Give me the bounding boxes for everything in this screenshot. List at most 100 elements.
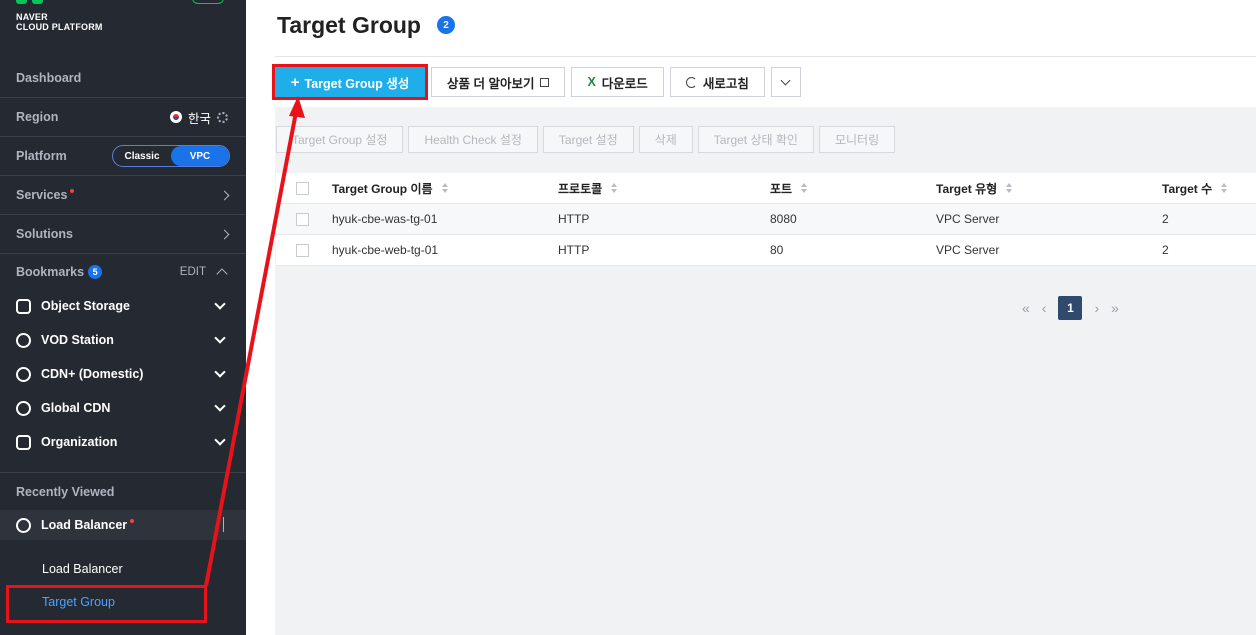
platform-option-vpc[interactable]: VPC [171, 146, 229, 166]
sidebar-divider [0, 472, 246, 473]
column-header-name[interactable]: Target Group 이름 [332, 180, 448, 197]
title-divider [275, 56, 1256, 57]
excel-icon: X [587, 75, 596, 89]
new-indicator-dot [70, 189, 75, 193]
database-icon [16, 298, 31, 314]
cloud-network-icon [16, 366, 31, 382]
chevron-down-icon [214, 400, 226, 412]
highlight-box-target-group [6, 585, 207, 623]
bookmarks-count-badge: 5 [88, 265, 103, 279]
bookmark-item-vod-station[interactable]: VOD Station [0, 323, 246, 357]
learn-more-label: 상품 더 알아보기 [447, 76, 535, 91]
cell-target-count: 2 [1162, 243, 1169, 257]
row-checkbox[interactable] [296, 212, 309, 226]
cell-port: 80 [770, 243, 784, 257]
table-row[interactable]: hyuk-cbe-was-tg-01 HTTP 8080 VPC Server … [276, 204, 1256, 235]
column-header-target-type[interactable]: Target 유형 [936, 180, 1013, 197]
page-number-current[interactable]: 1 [1058, 296, 1083, 320]
region-value: 한국 [187, 111, 211, 126]
first-page-icon[interactable]: « [1022, 300, 1030, 316]
monitoring-button[interactable]: 모니터링 [818, 126, 896, 153]
learn-more-button[interactable]: 상품 더 알아보기 [431, 67, 566, 97]
bookmark-item-object-storage[interactable]: Object Storage [0, 289, 246, 323]
bookmarks-edit-button[interactable]: EDIT [180, 266, 206, 278]
logo-badge [192, 0, 224, 4]
column-header-protocol[interactable]: 프로토콜 [558, 180, 618, 197]
chevron-up-icon [223, 517, 224, 532]
next-page-icon[interactable]: › [1094, 300, 1099, 316]
table-row[interactable]: hyuk-cbe-web-tg-01 HTTP 80 VPC Server 2 [276, 235, 1256, 266]
delete-button[interactable]: 삭제 [638, 126, 693, 153]
page-title: Target Group [277, 12, 421, 38]
bookmark-item-cdn-domestic[interactable]: CDN+ (Domestic) [0, 357, 246, 391]
app-root: NAVER CLOUD PLATFORM Dashboard Region 한국… [0, 0, 1256, 635]
sidebar: NAVER CLOUD PLATFORM Dashboard Region 한국… [0, 0, 246, 635]
health-check-settings-button[interactable]: Health Check 설정 [408, 126, 538, 153]
toolbar: + Target Group 생성 상품 더 알아보기 X 다운로드 새로고침 [272, 64, 801, 100]
sidebar-item-region[interactable]: Region 한국 [0, 98, 246, 137]
sub-item-load-balancer[interactable]: Load Balancer [42, 562, 123, 576]
table-header-row: Target Group 이름 프로토콜 포트 Target 유형 Target… [276, 173, 1256, 204]
sidebar-item-platform: Platform Classic VPC [0, 137, 246, 176]
sidebar-item-services[interactable]: Services [0, 176, 246, 215]
cell-target-type: VPC Server [936, 243, 1000, 257]
external-link-icon [540, 77, 550, 87]
download-label: 다운로드 [601, 76, 648, 91]
brand-logo[interactable]: NAVER CLOUD PLATFORM [16, 12, 103, 32]
plus-icon: + [290, 73, 300, 91]
ncp-logo-icon [16, 0, 56, 4]
sidebar-item-dashboard[interactable]: Dashboard [0, 59, 246, 98]
globe-icon [16, 400, 31, 416]
bookmark-label: CDN+ (Domestic) [41, 367, 144, 381]
column-header-label: Target Group 이름 [332, 181, 433, 196]
chevron-up-icon[interactable] [216, 268, 228, 280]
prev-page-icon[interactable]: ‹ [1042, 300, 1047, 316]
last-page-icon[interactable]: » [1111, 300, 1119, 316]
cell-target-type: VPC Server [936, 212, 1000, 226]
recent-item-load-balancer[interactable]: Load Balancer [0, 510, 246, 540]
sidebar-item-solutions[interactable]: Solutions [0, 215, 246, 254]
recently-viewed-header: Recently Viewed [16, 485, 115, 499]
chevron-down-icon [780, 75, 791, 85]
more-options-button[interactable] [770, 67, 801, 97]
column-header-label: 포트 [770, 181, 793, 196]
download-button[interactable]: X 다운로드 [571, 67, 664, 97]
org-chart-icon [16, 434, 31, 450]
gear-icon[interactable] [217, 111, 228, 123]
sort-icon [801, 183, 808, 193]
sidebar-item-label: Platform [16, 149, 67, 163]
create-target-group-button[interactable]: + Target Group 생성 [272, 64, 428, 100]
sort-icon [611, 183, 618, 193]
create-label: Target Group 생성 [304, 76, 410, 91]
select-all-checkbox[interactable] [296, 181, 309, 195]
new-indicator-dot [130, 519, 135, 523]
brand-line2: CLOUD PLATFORM [16, 22, 103, 32]
bookmark-label: VOD Station [41, 333, 114, 347]
pagination: « ‹ 1 › » [1022, 296, 1119, 320]
bookmarks-label: Bookmarks [16, 265, 85, 279]
refresh-button[interactable]: 새로고침 [669, 67, 765, 97]
column-header-port[interactable]: 포트 [770, 180, 808, 197]
column-header-target-count[interactable]: Target 수 [1162, 180, 1228, 197]
action-bar: Target Group 설정 Health Check 설정 Target 설… [276, 126, 896, 153]
column-header-label: 프로토콜 [558, 181, 603, 196]
brand-line1: NAVER [16, 12, 48, 22]
bookmark-label: Organization [41, 435, 118, 449]
platform-option-classic[interactable]: Classic [113, 146, 171, 166]
sidebar-item-label: Dashboard [16, 71, 82, 85]
sort-icon [441, 183, 448, 193]
platform-toggle[interactable]: Classic VPC [112, 145, 230, 167]
target-group-settings-button[interactable]: Target Group 설정 [276, 126, 404, 153]
check-target-status-button[interactable]: Target 상태 확인 [697, 126, 814, 153]
bookmark-label: Object Storage [41, 299, 130, 313]
chevron-down-icon [214, 332, 226, 344]
korea-flag-icon [169, 111, 182, 123]
target-settings-button[interactable]: Target 설정 [542, 126, 634, 153]
bookmark-item-organization[interactable]: Organization [0, 425, 246, 459]
recent-item-label: Load Balancer [41, 518, 128, 532]
bookmark-item-global-cdn[interactable]: Global CDN [0, 391, 246, 425]
row-checkbox[interactable] [296, 243, 309, 257]
chevron-down-icon [214, 366, 226, 378]
cell-port: 8080 [770, 212, 797, 226]
chevron-down-icon [214, 298, 226, 310]
